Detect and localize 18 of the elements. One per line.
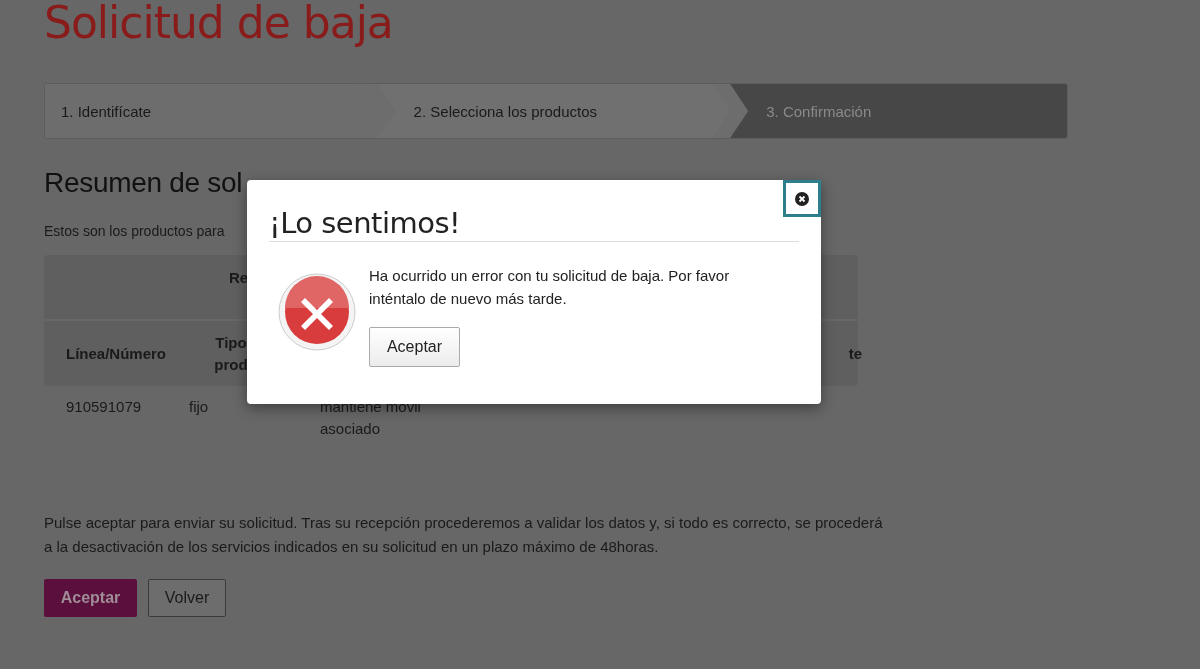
column-header: te — [848, 345, 862, 362]
page-title: Solicitud de baja — [44, 0, 394, 48]
table-cell-text: 910591079 — [65, 397, 143, 417]
error-message: Ha ocurrido un error con tu solicitud de baja. Por favor inténtalo de nuevo más tarde. — [369, 266, 731, 309]
accept-button[interactable]: Aceptar — [369, 327, 460, 367]
error-icon — [277, 272, 357, 352]
column-header: Línea/Número — [65, 345, 168, 362]
close-button[interactable] — [783, 180, 821, 217]
table-cell-text: fijo — [188, 397, 210, 417]
notice-text: Pulse aceptar para enviar su solicitud. Tras su recepción procederemos a validar los datos y, si todo es correcto, se procederá a la desactivación de los servicios indicados en su solicitud en un plazo máximo de 48horas. — [44, 513, 884, 557]
accept-button[interactable]: Aceptar — [44, 579, 137, 617]
column-header: Re — [229, 268, 249, 286]
step-tab[interactable]: 3. Confirmación — [730, 84, 1067, 138]
back-button[interactable]: Volver — [148, 579, 226, 617]
section-heading: Resumen de sol — [44, 167, 243, 199]
close-icon — [795, 191, 809, 206]
column-header: Tipo prod — [213, 332, 249, 375]
intro-text: Estos son los productos para — [44, 223, 225, 239]
